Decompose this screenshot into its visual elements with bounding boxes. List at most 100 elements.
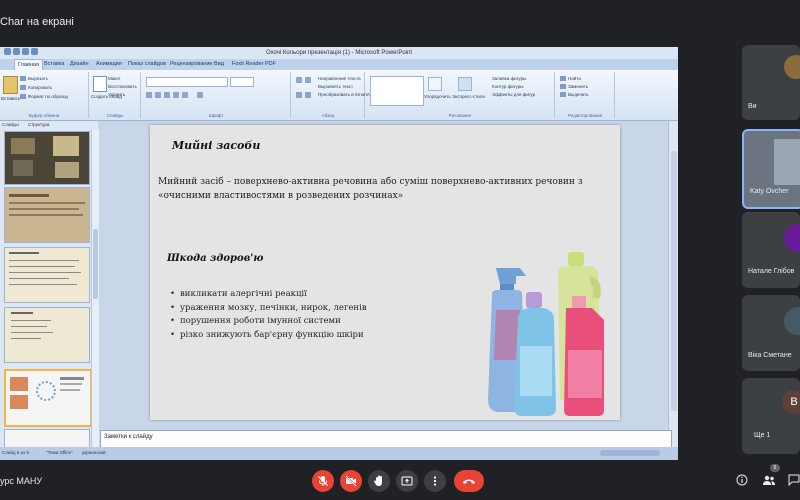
slide-pane-tabs: Слайды Структура <box>0 121 98 129</box>
group-label-font: Шрифт <box>208 113 224 118</box>
more-options-button[interactable] <box>424 470 446 492</box>
presenting-label: Сhar на екрані <box>0 16 74 28</box>
tab-view[interactable]: Вид <box>214 59 224 70</box>
participant-tile-others[interactable]: В Ще 1 <box>742 378 800 454</box>
participant-tile-self[interactable]: Ви <box>742 45 800 120</box>
tab-animation[interactable]: Анимация <box>96 59 122 70</box>
theme-name: "Тема Office" <box>46 450 73 455</box>
font-size-select[interactable] <box>230 77 254 87</box>
avatar <box>784 224 800 252</box>
avatar <box>784 55 800 79</box>
tab-insert[interactable]: Вставка <box>44 59 64 70</box>
text-direction-button[interactable]: Направление текста <box>318 76 361 81</box>
tab-design[interactable]: Дизайн <box>70 59 89 70</box>
group-label-drawing: Рисование <box>448 113 472 118</box>
align-left-icon[interactable] <box>296 92 302 98</box>
quick-styles-icon[interactable] <box>458 77 472 91</box>
video-feed <box>774 139 800 185</box>
camera-off-button[interactable] <box>340 470 362 492</box>
slide-subtitle: Шкода здоров'ю <box>167 253 264 264</box>
present-screen-button[interactable] <box>396 470 418 492</box>
slide-thumbnail-selected[interactable] <box>4 369 92 427</box>
font-color-icon[interactable] <box>197 92 203 98</box>
slide-title: Мийні засоби <box>172 139 261 152</box>
shadow-icon[interactable] <box>182 92 188 98</box>
paste-icon[interactable] <box>3 76 18 94</box>
participant-name: Ви <box>748 103 757 110</box>
shape-effects-button[interactable]: Эффекты для фигур <box>492 92 535 97</box>
tab-foxit[interactable]: Foxit Reader PDF <box>232 59 276 70</box>
group-slides: Создать слайд Макет Восстановить Удалить… <box>90 72 141 118</box>
slide-definition: Мийний засіб – поверхнево-активна речови… <box>158 177 583 201</box>
paste-button[interactable]: Вставить <box>1 96 20 101</box>
end-call-button[interactable] <box>454 470 484 492</box>
camera-off-icon <box>345 475 357 487</box>
shapes-gallery[interactable] <box>370 76 424 106</box>
notes-field[interactable]: Заметки к слайду <box>100 430 672 448</box>
new-slide-icon[interactable] <box>93 76 107 92</box>
chat-icon[interactable] <box>788 474 800 486</box>
slide-thumbnail[interactable] <box>4 247 90 303</box>
status-bar: Слайд 6 из 9 "Тема Office" украинский <box>0 447 678 460</box>
more-vert-icon <box>433 476 437 486</box>
participants-count-badge: 5 <box>770 464 780 472</box>
smartart-button[interactable]: Преобразовать в SmartArt <box>318 92 373 97</box>
bullets-icon[interactable] <box>296 77 302 83</box>
quick-access-toolbar[interactable] <box>2 48 42 58</box>
harm-list: • викликати алергічні реакції • ураження м… <box>170 288 367 342</box>
slide-scrollbar[interactable] <box>668 121 678 460</box>
quick-styles-button[interactable]: Экспресс-стили <box>452 94 485 99</box>
group-label-editing: Редактирование <box>567 113 603 118</box>
group-label-clipboard: Буфер обмена <box>28 113 60 118</box>
slide-thumbnails <box>0 129 98 460</box>
format-painter-button[interactable]: Формат по образцу <box>20 94 68 100</box>
participant-name: Katy Ovcher <box>750 188 789 195</box>
slide-thumbnail[interactable] <box>4 187 90 243</box>
find-button[interactable]: Найти <box>560 76 581 82</box>
group-label-slides: Слайды <box>106 113 124 118</box>
tab-review[interactable]: Рецензирование <box>170 59 212 70</box>
participant-tile[interactable]: Katy Ovcher <box>742 129 800 209</box>
strikethrough-icon[interactable] <box>173 92 179 98</box>
zoom-slider[interactable] <box>600 450 660 456</box>
slide-thumbnail[interactable] <box>4 131 90 185</box>
hang-up-icon <box>463 479 475 484</box>
group-drawing: Упорядочить Экспресс-стили Заливка фигур… <box>366 72 555 118</box>
italic-icon[interactable] <box>155 92 161 98</box>
tab-slideshow[interactable]: Показ слайдов <box>128 59 166 70</box>
align-text-button[interactable]: Выровнять текст <box>318 84 353 89</box>
list-item: • ураження мозку, печінки, нирок, легенів <box>170 302 367 313</box>
people-icon[interactable] <box>762 474 776 486</box>
detergent-bottles-illustration <box>488 252 604 416</box>
raise-hand-button[interactable] <box>368 470 390 492</box>
participant-tile[interactable]: Віка Сметане <box>742 295 800 371</box>
ribbon-tabs: Главная Вставка Дизайн Анимация Показ сл… <box>0 59 678 71</box>
font-family-select[interactable] <box>146 77 228 87</box>
copy-button[interactable]: Копировать <box>20 85 52 91</box>
powerpoint-title: Охочі Кольори презентація (1) - Microsof… <box>265 50 413 56</box>
language: украинский <box>82 450 106 455</box>
slide-canvas[interactable]: Мийні засоби Мийний засіб – поверхнево-а… <box>150 125 620 420</box>
align-center-icon[interactable] <box>305 92 311 98</box>
arrange-button[interactable]: Упорядочить <box>424 94 451 99</box>
slide-thumbnail[interactable] <box>4 307 90 363</box>
info-icon[interactable] <box>736 474 748 486</box>
shape-outline-button[interactable]: Контур фигуры <box>492 84 523 89</box>
thumbnails-scrollbar[interactable] <box>91 129 99 460</box>
notes-placeholder: Заметки к слайду <box>104 434 153 440</box>
numbering-icon[interactable] <box>305 77 311 83</box>
layout-button[interactable]: Макет <box>108 76 121 81</box>
reset-button[interactable]: Восстановить <box>108 84 137 89</box>
mic-off-button[interactable] <box>312 470 334 492</box>
tab-slides[interactable]: Слайды <box>2 121 19 129</box>
tab-outline[interactable]: Структура <box>28 121 49 129</box>
bold-icon[interactable] <box>146 92 152 98</box>
replace-button[interactable]: Заменить <box>560 84 588 90</box>
select-button[interactable]: Выделить <box>560 92 589 98</box>
participant-tile[interactable]: Натале Глібов <box>742 212 800 288</box>
arrange-icon[interactable] <box>428 77 442 91</box>
underline-icon[interactable] <box>164 92 170 98</box>
shape-fill-button[interactable]: Заливка фигуры <box>492 76 526 81</box>
delete-button[interactable]: Удалить <box>108 92 125 97</box>
cut-button[interactable]: Вырезать <box>20 76 48 82</box>
